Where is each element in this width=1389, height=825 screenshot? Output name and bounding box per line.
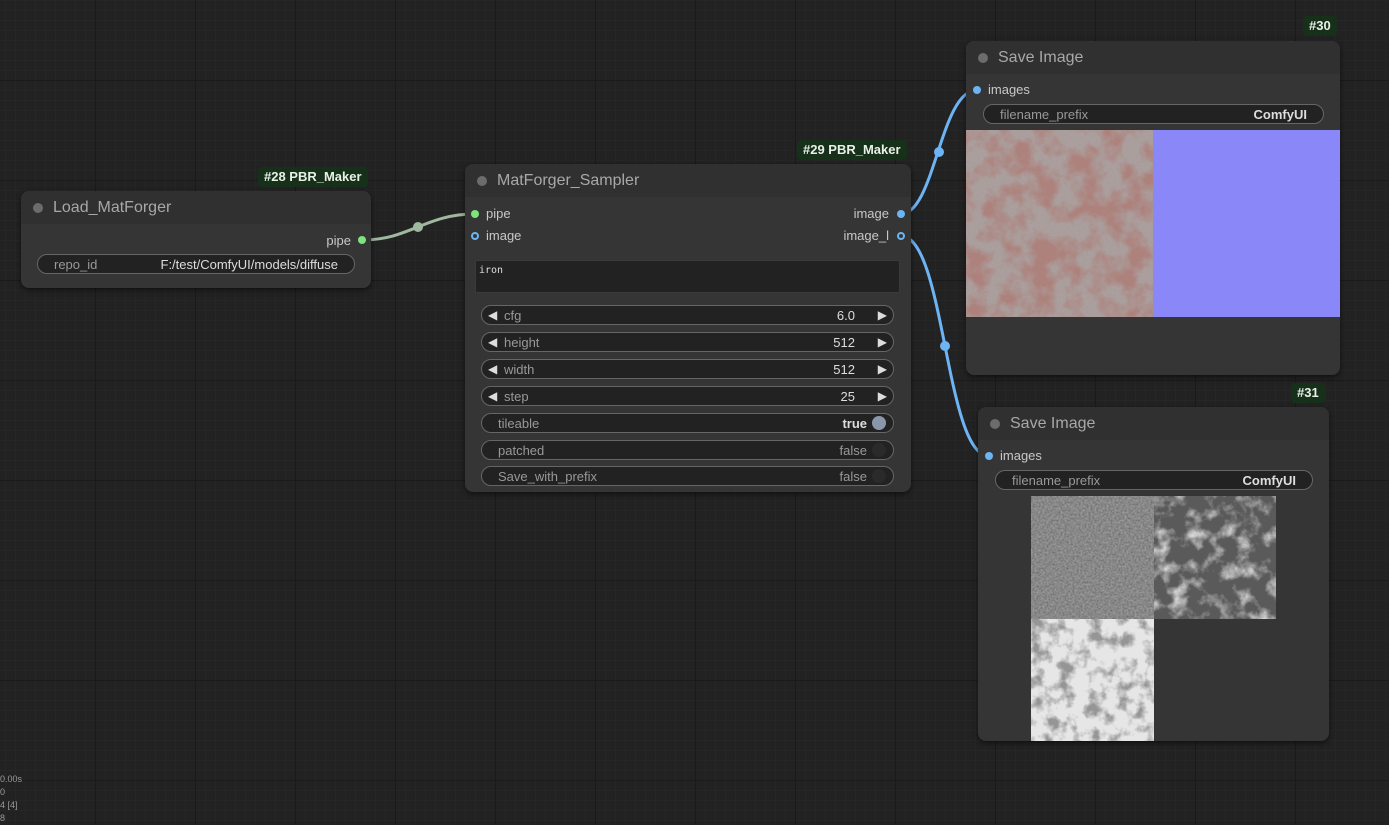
input-slot-images[interactable]: images <box>988 82 1030 98</box>
preview-image-height[interactable] <box>1031 496 1154 619</box>
decrement-arrow-icon[interactable]: ◀ <box>488 307 497 323</box>
toggle-knob-icon[interactable] <box>872 469 886 483</box>
widget-value: 512 <box>833 335 855 350</box>
widget-label: step <box>504 389 529 404</box>
matforger-sampler-node[interactable]: MatForger_Sampler pipe image image image… <box>465 164 911 492</box>
widget-label: tileable <box>498 416 540 431</box>
decrement-arrow-icon[interactable]: ◀ <box>488 388 497 404</box>
collapse-dot-icon[interactable] <box>978 53 988 63</box>
save-image-node-30[interactable]: Save Image images filename_prefix ComfyU… <box>966 41 1340 375</box>
tileable-toggle[interactable]: tileable true <box>481 413 894 433</box>
widget-value: ComfyUI <box>1242 473 1296 488</box>
node-title-bar[interactable]: Save Image <box>978 407 1329 440</box>
increment-arrow-icon[interactable]: ▶ <box>878 334 887 350</box>
node-badge-29: #29 PBR_Maker <box>797 140 907 160</box>
images-input-dot[interactable] <box>973 86 981 94</box>
widget-label: Save_with_prefix <box>498 469 597 484</box>
node-title: MatForger_Sampler <box>497 171 640 189</box>
widget-value: 25 <box>840 389 855 404</box>
widget-label: cfg <box>504 308 522 323</box>
toggle-knob-icon[interactable] <box>872 416 886 430</box>
pipe-wire-midpoint <box>413 222 423 232</box>
toggle-knob-icon[interactable] <box>872 443 886 457</box>
increment-arrow-icon[interactable]: ▶ <box>878 361 887 377</box>
preview-image-normal[interactable] <box>1153 130 1340 317</box>
node-title-bar[interactable]: MatForger_Sampler <box>465 164 911 197</box>
output-slot-pipe[interactable]: pipe <box>326 233 351 249</box>
increment-arrow-icon[interactable]: ▶ <box>878 307 887 323</box>
patched-toggle[interactable]: patched false <box>481 440 894 460</box>
widget-value: F:/test/ComfyUI/models/diffuse <box>160 257 339 272</box>
load-matforger-node[interactable]: Load_MatForger pipe repo_id F:/test/Comf… <box>21 191 371 288</box>
image-wire-31-midpoint <box>940 341 950 351</box>
toggle-value: false <box>839 469 867 484</box>
image-input-dot[interactable] <box>471 232 479 240</box>
width-widget[interactable]: ◀ width 512 ▶ <box>481 359 894 379</box>
preview-image-roughness[interactable] <box>1154 496 1276 619</box>
widget-value: 6.0 <box>836 308 855 323</box>
image-l-output-dot[interactable] <box>897 232 905 240</box>
toggle-value: false <box>839 443 867 458</box>
widget-label: patched <box>498 443 545 458</box>
increment-arrow-icon[interactable]: ▶ <box>878 388 887 404</box>
collapse-dot-icon[interactable] <box>990 419 1000 429</box>
save-with-prefix-toggle[interactable]: Save_with_prefix false <box>481 466 894 486</box>
widget-label: repo_id <box>54 257 98 272</box>
pipe-input-dot[interactable] <box>471 210 479 218</box>
toggle-value: true <box>842 416 867 431</box>
input-slot-image[interactable]: image <box>486 228 521 244</box>
height-widget[interactable]: ◀ height 512 ▶ <box>481 332 894 352</box>
node-badge-28: #28 PBR_Maker <box>258 167 368 187</box>
filename-prefix-widget[interactable]: filename_prefix ComfyUI <box>995 470 1313 490</box>
cfg-widget[interactable]: ◀ cfg 6.0 ▶ <box>481 305 894 325</box>
step-widget[interactable]: ◀ step 25 ▶ <box>481 386 894 406</box>
image-wire-30-midpoint <box>934 147 944 157</box>
widget-label: filename_prefix <box>1000 107 1089 122</box>
pipe-output-dot[interactable] <box>358 236 366 244</box>
images-input-dot[interactable] <box>985 452 993 460</box>
filename-prefix-widget[interactable]: filename_prefix ComfyUI <box>983 104 1324 124</box>
repo-id-widget[interactable]: repo_id F:/test/ComfyUI/models/diffuse <box>37 254 355 274</box>
input-slot-images[interactable]: images <box>1000 448 1042 464</box>
collapse-dot-icon[interactable] <box>33 203 43 213</box>
preview-image-metallic[interactable] <box>1031 619 1154 741</box>
output-label-pipe: pipe <box>326 233 351 248</box>
save-image-node-31[interactable]: Save Image images filename_prefix ComfyU… <box>978 407 1329 741</box>
node-title: Load_MatForger <box>53 198 172 216</box>
stat-nodes: 4 [4] <box>0 800 18 810</box>
decrement-arrow-icon[interactable]: ◀ <box>488 334 497 350</box>
collapse-dot-icon[interactable] <box>477 176 487 186</box>
node-badge-30: #30 <box>1303 16 1337 36</box>
output-slot-image-l[interactable]: image_l <box>843 228 889 244</box>
preview-image-albedo[interactable] <box>966 130 1153 317</box>
widget-value: ComfyUI <box>1253 107 1307 122</box>
image-output-dot[interactable] <box>897 210 905 218</box>
stat-time: 0.00s <box>0 774 23 784</box>
stat-count: 0 <box>0 787 6 797</box>
node-title-bar[interactable]: Save Image <box>966 41 1340 74</box>
node-title: Save Image <box>998 48 1084 66</box>
widget-label: filename_prefix <box>1012 473 1101 488</box>
node-title: Save Image <box>1010 414 1096 432</box>
widget-value: 512 <box>833 362 855 377</box>
widget-label: height <box>504 335 540 350</box>
node-title-bar[interactable]: Load_MatForger <box>21 191 371 224</box>
widget-label: width <box>504 362 535 377</box>
node-badge-31: #31 <box>1291 383 1325 403</box>
output-slot-image[interactable]: image <box>854 206 889 222</box>
prompt-textarea[interactable]: iron <box>475 260 900 293</box>
decrement-arrow-icon[interactable]: ◀ <box>488 361 497 377</box>
perf-stats: 0.00s 0 4 [4] 8 <box>0 773 22 825</box>
input-slot-pipe[interactable]: pipe <box>486 206 511 222</box>
